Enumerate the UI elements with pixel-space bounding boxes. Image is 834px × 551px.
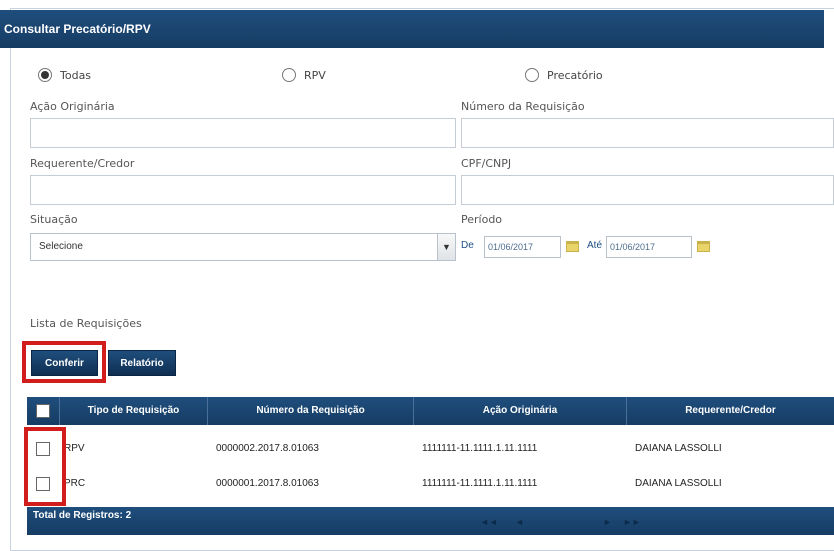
pager-last-icon[interactable]: ►► — [623, 515, 641, 529]
conferir-button[interactable]: Conferir — [31, 350, 98, 376]
total-records: Total de Registros: 2 — [33, 510, 132, 521]
numero-requisicao-label: Número da Requisição — [461, 100, 585, 113]
requerente-label: Requerente/Credor — [30, 157, 135, 170]
radio-checked-icon — [38, 68, 52, 82]
calendar-icon[interactable] — [566, 241, 579, 252]
relatorio-button[interactable]: Relatório — [108, 350, 176, 376]
table-row[interactable]: PRC 0000001.2017.8.01063 1111111-11.1111… — [27, 468, 834, 500]
row-checkbox[interactable] — [36, 442, 50, 456]
column-header-acao[interactable]: Ação Originária — [414, 397, 627, 425]
row-checkbox[interactable] — [36, 477, 50, 491]
radio-precatorio-label: Precatório — [547, 68, 603, 82]
pager-prev-icon[interactable]: ◄ — [515, 515, 524, 529]
cpf-cnpj-input[interactable] — [461, 175, 834, 205]
radio-rpv[interactable]: RPV — [282, 68, 326, 82]
list-title: Lista de Requisições — [30, 317, 142, 330]
column-header-requerente[interactable]: Requerente/Credor — [627, 397, 834, 425]
acao-originaria-input[interactable] — [30, 118, 456, 148]
numero-requisicao-input[interactable] — [461, 118, 834, 148]
table-header: Tipo de Requisição Número da Requisição … — [27, 397, 834, 425]
periodo-label: Período — [461, 213, 503, 226]
column-header-numero[interactable]: Número da Requisição — [208, 397, 414, 425]
pager-first-icon[interactable]: ◄◄ — [480, 515, 498, 529]
column-header-tipo[interactable]: Tipo de Requisição — [60, 397, 208, 425]
highlight-box — [24, 427, 66, 506]
radio-todas-label: Todas — [60, 68, 92, 82]
cell-requerente: DAIANA LASSOLLI — [635, 478, 722, 489]
de-label: De — [461, 240, 474, 251]
cell-numero: 0000002.2017.8.01063 — [216, 443, 319, 454]
radio-rpv-label: RPV — [304, 68, 326, 82]
select-all-checkbox[interactable] — [36, 404, 50, 418]
select-all-cell — [27, 397, 60, 425]
chevron-down-icon[interactable]: ▼ — [437, 234, 455, 260]
cell-acao: 1111111-11.1111.1.11.1111 — [422, 478, 538, 489]
table-footer: Total de Registros: 2 ◄◄ ◄ ► ►► — [27, 507, 834, 535]
radio-precatorio[interactable]: Precatório — [525, 68, 603, 82]
table-row[interactable]: RPV 0000002.2017.8.01063 1111111-11.1111… — [27, 433, 834, 465]
cpf-cnpj-label: CPF/CNPJ — [461, 157, 512, 170]
situacao-select[interactable]: Selecione ▼ — [30, 233, 456, 261]
date-from-input[interactable]: 01/06/2017 — [484, 236, 561, 258]
pager-next-icon[interactable]: ► — [603, 515, 612, 529]
cell-requerente: DAIANA LASSOLLI — [635, 443, 722, 454]
cell-tipo: RPV — [64, 443, 85, 454]
calendar-icon[interactable] — [697, 241, 710, 252]
situacao-value: Selecione — [39, 241, 83, 252]
acao-originaria-label: Ação Originária — [30, 100, 115, 113]
date-to-input[interactable]: 01/06/2017 — [606, 236, 692, 258]
window-title: Consultar Precatório/RPV — [0, 10, 824, 48]
situacao-label: Situação — [30, 213, 78, 226]
cell-numero: 0000001.2017.8.01063 — [216, 478, 319, 489]
radio-todas[interactable]: Todas — [38, 68, 91, 82]
cell-acao: 1111111-11.1111.1.11.1111 — [422, 443, 538, 454]
radio-unchecked-icon — [525, 68, 539, 82]
requerente-input[interactable] — [30, 175, 456, 205]
radio-unchecked-icon — [282, 68, 296, 82]
ate-label: Até — [587, 240, 603, 251]
cell-tipo: PRC — [64, 478, 86, 489]
